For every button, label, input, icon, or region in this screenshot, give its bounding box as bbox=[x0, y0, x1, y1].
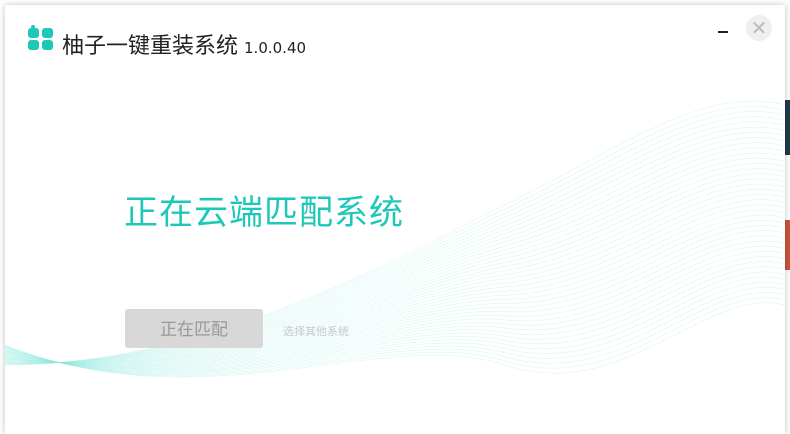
close-button[interactable]: ✕ bbox=[746, 15, 772, 41]
wave-line bbox=[5, 256, 785, 371]
matching-button[interactable]: 正在匹配 bbox=[125, 309, 263, 348]
app-logo-icon bbox=[28, 25, 53, 50]
wave-line bbox=[5, 137, 785, 364]
close-icon: ✕ bbox=[750, 16, 768, 40]
app-version: 1.0.0.40 bbox=[244, 39, 307, 57]
installer-window: 柚子一键重装系统 1.0.0.40 ✕ 正在云端匹配系统 正在匹配 选择其他系统 bbox=[5, 5, 785, 434]
wave-line bbox=[5, 116, 785, 364]
wave-line bbox=[5, 214, 785, 366]
app-title: 柚子一键重装系统 bbox=[62, 34, 239, 59]
wave-line bbox=[5, 219, 785, 367]
wave-line bbox=[5, 250, 785, 370]
wave-line bbox=[5, 225, 785, 367]
wave-line bbox=[5, 235, 785, 368]
wave-line bbox=[5, 126, 785, 364]
wave-line bbox=[5, 230, 785, 368]
wave-line bbox=[5, 106, 785, 365]
background-window-edge bbox=[785, 0, 790, 434]
wave-line bbox=[5, 131, 785, 364]
minimize-button[interactable] bbox=[715, 19, 731, 35]
status-heading: 正在云端匹配系统 bbox=[124, 193, 404, 233]
window-title: 柚子一键重装系统 1.0.0.40 bbox=[62, 28, 306, 60]
choose-other-system-link[interactable]: 选择其他系统 bbox=[283, 323, 349, 339]
